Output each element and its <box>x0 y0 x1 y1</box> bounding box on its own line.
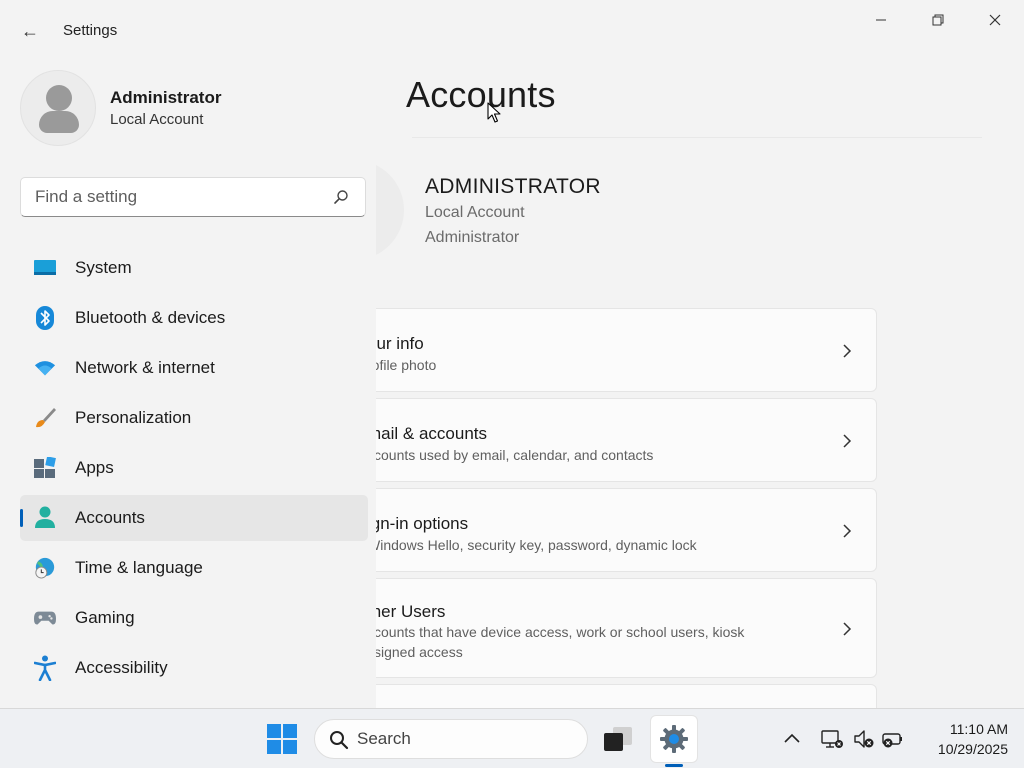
page-title: Accounts <box>406 74 556 115</box>
taskbar-search[interactable]: Search <box>314 719 588 759</box>
settings-card-other-users[interactable]: ther Users ccounts that have device acce… <box>376 578 877 678</box>
card-description-line2: ssigned access <box>376 644 463 660</box>
card-description: ccounts used by email, calendar, and con… <box>376 447 654 463</box>
app-title: Settings <box>63 22 118 39</box>
back-arrow-icon: ← <box>21 20 39 41</box>
card-description: Windows Hello, security key, password, d… <box>376 537 697 553</box>
card-description: rofile photo <box>376 357 437 373</box>
volume-muted-icon[interactable] <box>852 727 876 751</box>
active-app-indicator <box>665 764 683 767</box>
search-icon[interactable] <box>333 189 349 205</box>
settings-card-partial[interactable] <box>376 684 877 708</box>
gamepad-icon <box>34 607 56 629</box>
restore-button[interactable] <box>910 4 966 36</box>
task-view-icon[interactable] <box>602 725 634 753</box>
taskbar-search-label: Search <box>357 729 411 748</box>
chevron-up-icon[interactable] <box>782 729 802 749</box>
sidebar-item-time-language[interactable]: Time & language <box>20 545 368 591</box>
windows-start-icon[interactable] <box>266 723 298 755</box>
card-title: mail & accounts <box>376 424 487 443</box>
system-icon <box>34 257 56 279</box>
minimize-button[interactable] <box>853 4 909 36</box>
accessibility-icon <box>34 655 56 681</box>
mouse-cursor-icon <box>487 102 501 123</box>
card-title: our info <box>376 334 424 353</box>
sidebar-nav: System Bluetooth & devices Network & int… <box>20 245 368 695</box>
sidebar-item-label: Personalization <box>75 408 192 427</box>
apps-icon <box>34 457 56 479</box>
taskbar: Search 11:10 AM 10/29/2025 <box>0 708 1024 768</box>
account-type: Local Account <box>425 204 525 221</box>
close-button[interactable] <box>967 4 1023 36</box>
account-name: ADMINISTRATOR <box>425 175 601 198</box>
globe-clock-icon <box>34 557 56 579</box>
chevron-right-icon <box>843 344 852 358</box>
bluetooth-icon <box>34 306 56 330</box>
card-title: ign-in options <box>376 514 469 533</box>
search-input[interactable] <box>35 187 325 207</box>
chevron-right-icon <box>843 622 852 636</box>
account-role: Administrator <box>425 229 520 246</box>
minimize-icon <box>876 19 886 21</box>
sidebar-item-gaming[interactable]: Gaming <box>20 595 368 641</box>
settings-card-email-accounts[interactable]: mail & accounts ccounts used by email, c… <box>376 398 877 482</box>
sidebar-item-network[interactable]: Network & internet <box>20 345 368 391</box>
sidebar-item-personalization[interactable]: Personalization <box>20 395 368 441</box>
battery-status-icon[interactable] <box>880 727 904 751</box>
user-profile-card[interactable]: Administrator Local Account <box>20 70 360 146</box>
title-bar: ← Settings <box>0 0 1024 62</box>
sidebar-item-label: Apps <box>75 458 114 477</box>
sidebar-item-accessibility[interactable]: Accessibility <box>20 645 368 691</box>
chevron-right-icon <box>843 524 852 538</box>
gear-icon <box>660 725 688 753</box>
system-clock[interactable]: 11:10 AM 10/29/2025 <box>912 719 1008 759</box>
back-button[interactable]: ← <box>14 16 46 46</box>
user-name: Administrator <box>110 88 222 107</box>
search-icon <box>330 731 349 750</box>
card-title: ther Users <box>376 602 446 621</box>
content-pane: Accounts ADMINISTRATOR Local Account Adm… <box>376 62 1024 708</box>
sidebar-item-system[interactable]: System <box>20 245 368 291</box>
settings-card-your-info[interactable]: our info rofile photo <box>376 308 877 392</box>
accounts-icon <box>34 506 56 529</box>
restore-icon <box>932 14 944 26</box>
sidebar-item-accounts[interactable]: Accounts <box>20 495 368 541</box>
wifi-icon <box>34 357 56 379</box>
user-account-type: Local Account <box>110 111 204 128</box>
sidebar-item-label: Time & language <box>75 558 203 577</box>
sidebar-item-label: Network & internet <box>75 358 215 377</box>
find-setting-search[interactable] <box>20 177 366 217</box>
clock-time: 11:10 AM <box>949 721 1008 737</box>
account-avatar <box>376 160 404 260</box>
clock-date: 10/29/2025 <box>937 741 1008 757</box>
sidebar-item-label: Gaming <box>75 608 135 627</box>
taskbar-settings-app[interactable] <box>650 715 698 763</box>
settings-card-sign-in-options[interactable]: ign-in options Windows Hello, security k… <box>376 488 877 572</box>
sidebar-item-label: Bluetooth & devices <box>75 308 226 327</box>
chevron-right-icon <box>843 434 852 448</box>
sidebar-item-apps[interactable]: Apps <box>20 445 368 491</box>
avatar <box>20 70 96 146</box>
navigation-pane: Administrator Local Account System Bluet… <box>0 62 376 708</box>
brush-icon <box>34 407 56 429</box>
card-description: ccounts that have device access, work or… <box>376 624 745 640</box>
divider <box>412 137 982 138</box>
sidebar-item-label: Accounts <box>75 508 145 527</box>
sidebar-item-label: System <box>75 258 132 277</box>
sidebar-item-bluetooth[interactable]: Bluetooth & devices <box>20 295 368 341</box>
network-status-icon[interactable] <box>820 727 844 751</box>
sidebar-item-label: Accessibility <box>75 658 168 677</box>
close-icon <box>989 14 1001 26</box>
